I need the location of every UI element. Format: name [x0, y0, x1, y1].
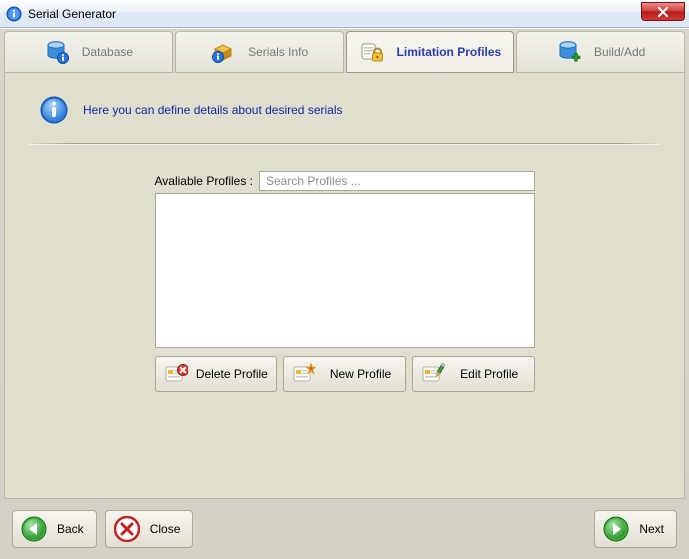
- delete-icon: [164, 362, 188, 386]
- edit-profile-label: Edit Profile: [453, 367, 526, 381]
- info-icon: [39, 95, 69, 125]
- database-add-icon: [556, 39, 582, 65]
- database-icon: [44, 39, 70, 65]
- edit-icon: [421, 362, 445, 386]
- new-profile-button[interactable]: New Profile: [283, 356, 406, 392]
- new-icon: [292, 362, 316, 386]
- tab-serials-info[interactable]: Serials Info: [175, 31, 344, 73]
- profile-buttons: Delete Profile: [155, 356, 535, 392]
- profiles-listbox[interactable]: [155, 193, 535, 348]
- tab-limitation-profiles[interactable]: Limitation Profiles: [346, 31, 515, 73]
- delete-profile-button[interactable]: Delete Profile: [155, 356, 278, 392]
- next-label: Next: [639, 522, 664, 536]
- close-circle-icon: [114, 516, 140, 542]
- tab-build-add[interactable]: Build/Add: [516, 31, 685, 73]
- info-text: Here you can define details about desire…: [83, 103, 343, 117]
- tab-database[interactable]: Database: [4, 31, 173, 73]
- delete-profile-label: Delete Profile: [196, 367, 269, 381]
- close-label: Close: [150, 522, 181, 536]
- tab-label: Limitation Profiles: [397, 45, 502, 59]
- close-button[interactable]: Close: [105, 510, 194, 548]
- back-button[interactable]: Back: [12, 510, 97, 548]
- panel-limitation-profiles: Here you can define details about desire…: [4, 73, 685, 499]
- profiles-area: Avaliable Profiles :: [155, 171, 535, 392]
- info-row: Here you can define details about desire…: [25, 95, 664, 125]
- edit-profile-button[interactable]: Edit Profile: [412, 356, 535, 392]
- new-profile-label: New Profile: [324, 367, 397, 381]
- app-body: Database Serials Info: [0, 28, 689, 559]
- available-profiles-label: Avaliable Profiles :: [155, 174, 254, 188]
- bottom-bar: Back Close Next: [4, 503, 685, 555]
- divider: [29, 143, 660, 145]
- window-close-button[interactable]: [641, 2, 685, 21]
- box-info-icon: [210, 39, 236, 65]
- lock-profile-icon: [359, 39, 385, 65]
- next-button[interactable]: Next: [594, 510, 677, 548]
- arrow-right-icon: [603, 516, 629, 542]
- tab-bar: Database Serials Info: [4, 31, 685, 73]
- titlebar: Serial Generator: [0, 0, 689, 28]
- tab-label: Database: [82, 45, 133, 59]
- tab-label: Serials Info: [248, 45, 308, 59]
- arrow-left-icon: [21, 516, 47, 542]
- back-label: Back: [57, 522, 84, 536]
- tab-label: Build/Add: [594, 45, 645, 59]
- window-title: Serial Generator: [28, 7, 116, 21]
- app-icon: [6, 6, 22, 22]
- close-icon: [657, 7, 669, 17]
- search-profiles-input[interactable]: [259, 171, 535, 191]
